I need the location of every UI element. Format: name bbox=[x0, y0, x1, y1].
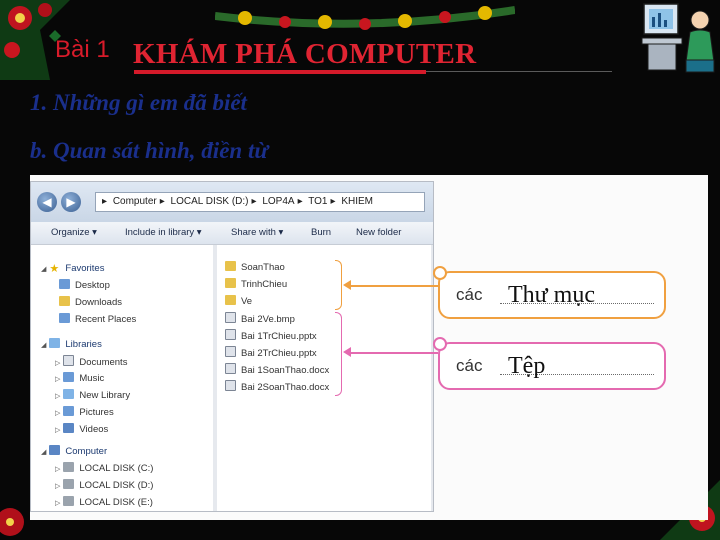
folder-item[interactable]: Ve bbox=[225, 295, 252, 307]
pictures-icon bbox=[63, 406, 75, 416]
answer-box-folders: các Thư mục bbox=[433, 266, 666, 319]
tree-item-disk-e[interactable]: ▷ LOCAL DISK (E:) bbox=[55, 496, 153, 508]
folders-connector-line bbox=[350, 285, 438, 287]
tree-item-new-library[interactable]: ▷ New Library bbox=[55, 389, 130, 401]
files-connector-line bbox=[350, 352, 438, 354]
organize-button[interactable]: Organize ▾ bbox=[51, 227, 97, 238]
file-item[interactable]: Bai 2SoanThao.docx bbox=[225, 380, 329, 393]
answer-prefix: các bbox=[456, 285, 483, 304]
tree-item-desktop[interactable]: Desktop bbox=[59, 279, 110, 291]
file-item[interactable]: Bai 1TrChieu.pptx bbox=[225, 329, 317, 342]
answer-box-files: các Tệp bbox=[433, 337, 666, 390]
tree-item-pictures[interactable]: ▷ Pictures bbox=[55, 406, 114, 418]
address-bar-area: ◀ ▶ ▸ Computer ▸ LOCAL DISK (D:) ▸ LOP4A ▸ … bbox=[31, 182, 433, 222]
forward-arrow-icon[interactable]: ▶ bbox=[61, 192, 81, 212]
answer-text[interactable]: Thư mục bbox=[508, 282, 595, 309]
breadcrumb-item[interactable]: TO1 bbox=[308, 196, 327, 207]
computer-icon bbox=[49, 445, 61, 455]
presentation-file-icon bbox=[225, 329, 236, 340]
tree-group-libraries[interactable]: ◢ Libraries bbox=[41, 338, 102, 350]
breadcrumb-item[interactable]: LOCAL DISK (D:) bbox=[171, 196, 249, 207]
image-file-icon bbox=[225, 312, 236, 323]
lesson-number: Bài 1 bbox=[55, 36, 110, 63]
command-toolbar: Organize ▾ Include in library ▾ Share wi… bbox=[31, 222, 433, 245]
tree-item-disk-d[interactable]: ▷ LOCAL DISK (D:) bbox=[55, 479, 153, 491]
navigation-pane: ◢ ★ Favorites Desktop Downloads Recent Pla… bbox=[31, 245, 213, 511]
document-file-icon bbox=[225, 363, 236, 374]
files-arrow-icon bbox=[343, 347, 351, 357]
answer-prefix: các bbox=[456, 356, 483, 375]
breadcrumb-item[interactable]: KHIEM bbox=[341, 196, 373, 207]
explorer-window: ◀ ▶ ▸ Computer ▸ LOCAL DISK (D:) ▸ LOP4A ▸ … bbox=[30, 181, 434, 512]
breadcrumb-item[interactable]: Computer bbox=[113, 196, 157, 207]
drive-icon bbox=[63, 462, 75, 472]
burn-button[interactable]: Burn bbox=[311, 227, 331, 238]
folder-item[interactable]: SoanThao bbox=[225, 261, 285, 273]
tree-item-documents[interactable]: ▷ Documents bbox=[55, 355, 127, 368]
exercise-figure: ◀ ▶ ▸ Computer ▸ LOCAL DISK (D:) ▸ LOP4A ▸ … bbox=[30, 175, 708, 520]
files-bracket bbox=[335, 312, 342, 396]
tree-item-downloads[interactable]: Downloads bbox=[59, 296, 122, 308]
computer-user-clipart bbox=[641, 3, 715, 73]
folder-item[interactable]: TrinhChieu bbox=[225, 278, 287, 290]
folders-arrow-icon bbox=[343, 280, 351, 290]
videos-icon bbox=[63, 423, 75, 433]
breadcrumb-item[interactable]: LOP4A bbox=[262, 196, 294, 207]
tree-item-music[interactable]: ▷ Music bbox=[55, 372, 104, 384]
drive-icon bbox=[63, 496, 75, 506]
back-arrow-icon[interactable]: ◀ bbox=[37, 192, 57, 212]
file-item[interactable]: Bai 2Ve.bmp bbox=[225, 312, 295, 325]
new-folder-button[interactable]: New folder bbox=[356, 227, 401, 238]
presentation-file-icon bbox=[225, 346, 236, 357]
file-item[interactable]: Bai 2TrChieu.pptx bbox=[225, 346, 317, 359]
drive-icon bbox=[63, 479, 75, 489]
tree-item-disk-c[interactable]: ▷ LOCAL DISK (C:) bbox=[55, 462, 153, 474]
desktop-icon bbox=[59, 279, 70, 289]
tree-group-favorites[interactable]: ◢ ★ Favorites bbox=[41, 263, 104, 275]
document-file-icon bbox=[225, 380, 236, 391]
folder-icon bbox=[225, 261, 236, 271]
share-with-button[interactable]: Share with ▾ bbox=[231, 227, 283, 238]
downloads-icon bbox=[59, 296, 70, 306]
file-item[interactable]: Bai 1SoanThao.docx bbox=[225, 363, 329, 376]
section-heading: 1. Những gì em đã biết bbox=[30, 90, 247, 115]
tree-item-recent-places[interactable]: Recent Places bbox=[59, 313, 136, 325]
tree-item-videos[interactable]: ▷ Videos bbox=[55, 423, 108, 435]
exercise-instruction: b. Quan sát hình, điền từ bbox=[30, 138, 269, 163]
garland-decoration bbox=[215, 6, 515, 30]
libraries-icon bbox=[49, 338, 61, 348]
music-icon bbox=[63, 372, 75, 382]
include-in-library-button[interactable]: Include in library ▾ bbox=[125, 227, 202, 238]
title-underline-accent bbox=[134, 70, 426, 74]
folder-icon bbox=[225, 278, 236, 288]
documents-icon bbox=[63, 355, 75, 366]
address-bar[interactable]: ▸ Computer ▸ LOCAL DISK (D:) ▸ LOP4A ▸ TO1 ▸… bbox=[95, 192, 425, 212]
library-icon bbox=[63, 389, 75, 399]
tree-group-computer[interactable]: ◢ Computer bbox=[41, 445, 107, 457]
folder-icon bbox=[225, 295, 236, 305]
recent-places-icon bbox=[59, 313, 70, 323]
folders-bracket bbox=[335, 260, 342, 310]
answer-text[interactable]: Tệp bbox=[508, 353, 545, 380]
star-icon: ★ bbox=[49, 263, 60, 275]
page-title: KHÁM PHÁ COMPUTER bbox=[133, 38, 477, 70]
